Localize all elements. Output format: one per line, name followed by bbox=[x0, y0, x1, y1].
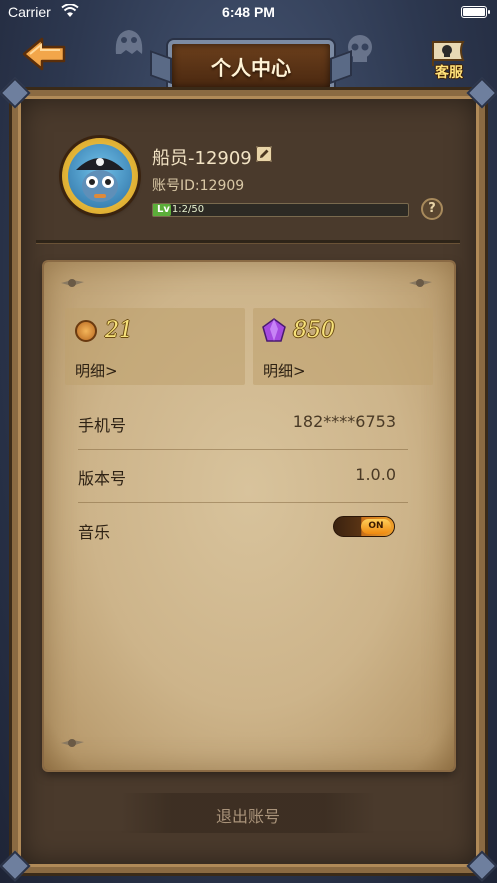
gem-card[interactable]: 850 明细> bbox=[253, 308, 433, 385]
edit-icon[interactable] bbox=[256, 146, 272, 162]
back-button[interactable] bbox=[22, 36, 68, 72]
status-time: 6:48 PM bbox=[222, 4, 275, 20]
status-bar: Carrier 6:48 PM bbox=[0, 0, 497, 26]
version-label: 版本号 bbox=[78, 469, 127, 488]
gem-icon bbox=[262, 318, 286, 342]
version-value: 1.0.0 bbox=[355, 465, 396, 484]
ghost-icon bbox=[115, 30, 143, 54]
music-label: 音乐 bbox=[78, 523, 111, 542]
coin-value: 21 bbox=[105, 318, 133, 343]
level-badge: Lv bbox=[156, 204, 171, 216]
coin-icon bbox=[75, 320, 97, 342]
customer-service-button[interactable]: 客服 bbox=[423, 38, 475, 86]
experience-bar: Lv 1:2/50 bbox=[152, 203, 409, 217]
pin-icon bbox=[61, 279, 84, 287]
pirate-avatar-icon bbox=[68, 144, 132, 208]
battery-icon bbox=[461, 6, 490, 18]
phone-label: 手机号 bbox=[78, 416, 127, 435]
coin-card[interactable]: 21 明细> bbox=[65, 308, 245, 385]
gem-value: 850 bbox=[293, 318, 335, 343]
divider bbox=[36, 240, 460, 243]
phone-row: 手机号 182****6753 bbox=[64, 398, 434, 450]
avatar[interactable] bbox=[62, 138, 138, 214]
username: 船员-12909 bbox=[152, 148, 252, 169]
pin-icon bbox=[61, 739, 84, 747]
level-progress: Lv 1:2/50 bbox=[156, 204, 204, 216]
coin-detail-link[interactable]: 明细> bbox=[75, 360, 118, 381]
account-id: 账号ID:12909 bbox=[152, 178, 245, 194]
gem-detail-link[interactable]: 明细> bbox=[263, 360, 306, 381]
title-plaque: 个人中心 bbox=[168, 40, 334, 92]
toggle-state: ON bbox=[368, 521, 384, 531]
page-title: 个人中心 bbox=[211, 56, 291, 80]
customer-service-label: 客服 bbox=[435, 65, 463, 81]
phone-value: 182****6753 bbox=[292, 412, 396, 431]
row-divider bbox=[78, 449, 408, 450]
pin-icon bbox=[409, 279, 432, 287]
level-progress-text: 1:2/50 bbox=[171, 204, 205, 215]
row-divider bbox=[78, 502, 408, 503]
version-row: 版本号 1.0.0 bbox=[64, 451, 434, 503]
music-toggle[interactable]: ON bbox=[333, 516, 395, 537]
toggle-knob: ON bbox=[361, 519, 391, 534]
music-row: 音乐 ON bbox=[64, 505, 434, 557]
question-icon[interactable]: ? bbox=[421, 198, 443, 220]
logout-button[interactable]: 退出账号 bbox=[120, 793, 376, 833]
logout-label: 退出账号 bbox=[215, 807, 280, 826]
